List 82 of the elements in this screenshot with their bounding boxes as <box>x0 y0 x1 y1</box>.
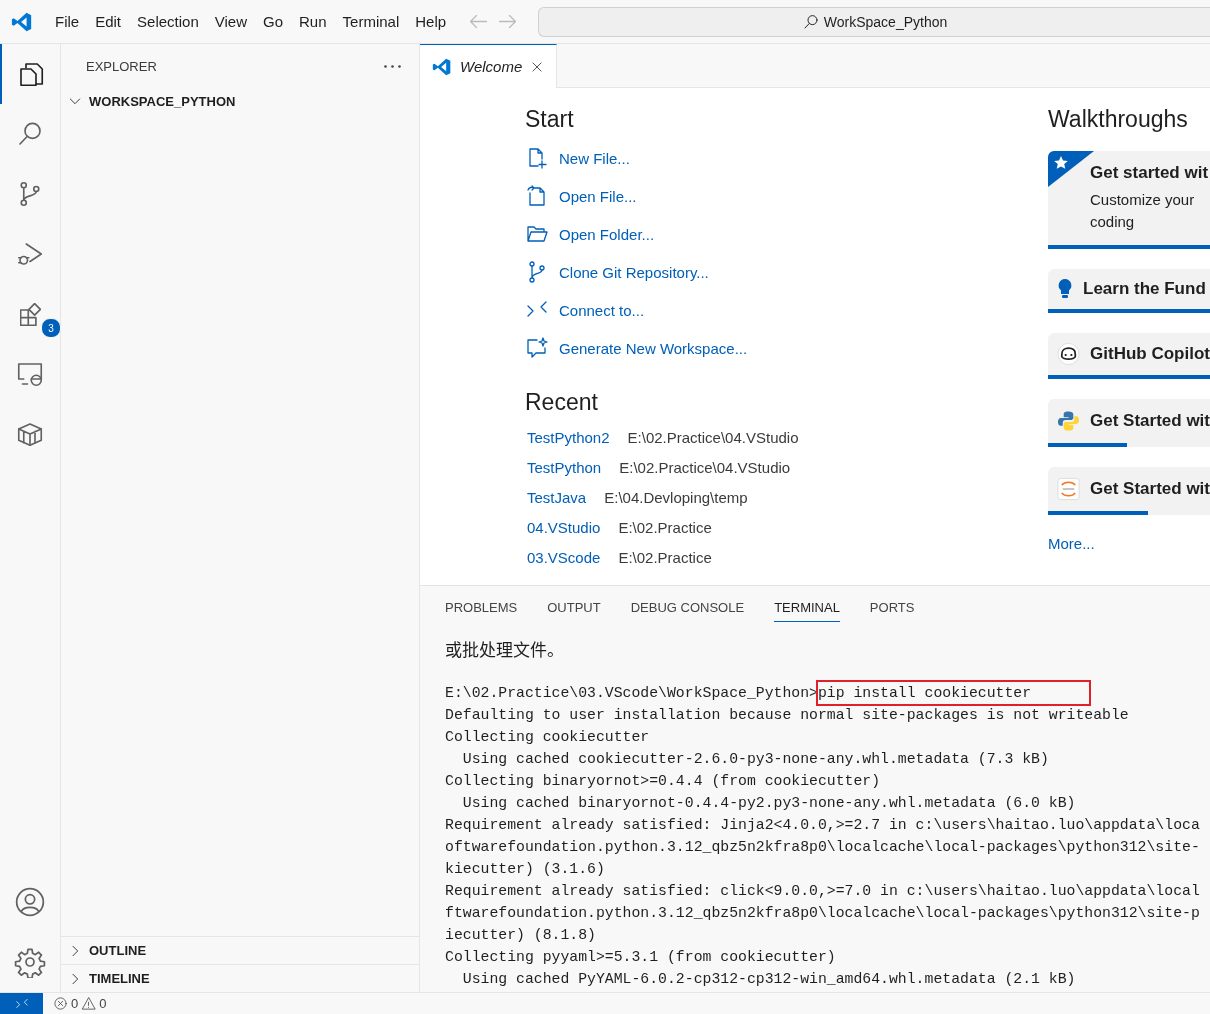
section-heading: Recent <box>525 389 599 416</box>
folder-header[interactable]: WORKSPACE_PYTHON <box>61 88 419 114</box>
panel-title: EXPLORER <box>86 58 157 74</box>
menu-item[interactable]: Help <box>407 9 455 34</box>
copilot-icon <box>1057 342 1081 366</box>
walkthrough-title: Get Started wit <box>1090 479 1210 499</box>
blocks-icon[interactable] <box>19 302 41 326</box>
terminal-line: Defaulting to user installation because normal site-packages is not writeable <box>445 706 1130 725</box>
panel-tab[interactable]: PROBLEMS <box>445 594 518 622</box>
recent-link[interactable]: TestPython <box>527 458 602 476</box>
start-link[interactable]: Open File... <box>559 187 637 205</box>
terminal-line: Using cached binaryornot-0.4.4-py2.py3-none-any.whl.metadata (6.0 kB) <box>461 794 1077 813</box>
jupyter-icon <box>1057 476 1081 502</box>
terminal-line: Collecting pyyaml>=5.3.1 (from cookiecutter) <box>445 948 837 967</box>
terminal-line: iecutter) (8.1.8) <box>445 926 597 945</box>
section-header[interactable]: OUTLINE <box>61 936 419 964</box>
settings-icon[interactable] <box>14 946 46 978</box>
terminal-line: Using cached PyYAML-6.0.2-cp312-cp312-win_amd64.whl.metadata (2.1 kB) <box>461 970 1077 989</box>
walkthrough-card[interactable]: Get started wit Customize your coding <box>1048 151 1210 249</box>
recent-path: E:\02.Practice <box>618 518 712 536</box>
count-badge: 3 <box>41 318 61 338</box>
start-link[interactable]: Connect to... <box>559 301 645 319</box>
menu-item[interactable]: Run <box>291 9 335 34</box>
error-icon <box>53 996 68 1011</box>
terminal-line: ftwarefoundation.python.3.12_qbz5n2kfra8p0\localcache\local-packages\python312\site-p <box>445 904 1201 923</box>
bulb-icon <box>1057 278 1073 300</box>
terminal-command: pip install cookiecutter <box>815 680 1092 706</box>
section-heading: Walkthroughs <box>1048 106 1189 133</box>
terminal-line: 或批处理文件。 <box>445 638 565 660</box>
start-link[interactable]: Generate New Workspace... <box>559 339 748 357</box>
walkthrough-title: GitHub Copilot <box>1090 344 1210 364</box>
editor-tab[interactable]: Welcome <box>420 44 558 88</box>
terminal-line: Requirement already satisfied: click<9.0.0,>=7.0 in c:\users\haitao.luo\appdata\local <box>445 882 1201 901</box>
recent-link[interactable]: 04.VStudio <box>527 518 601 536</box>
recent-link[interactable]: TestJava <box>527 488 587 506</box>
menu-item[interactable]: Selection <box>129 9 207 34</box>
walkthrough-card[interactable]: Learn the Fund <box>1048 269 1210 313</box>
panel-tab[interactable]: TERMINAL <box>774 594 840 622</box>
app-logo-icon <box>11 10 33 33</box>
walkthrough-title: Get Started wit <box>1090 411 1210 431</box>
terminal-line: Collecting cookiecutter <box>445 728 651 747</box>
walkthrough-card[interactable]: GitHub Copilot <box>1048 333 1210 379</box>
panel-tab[interactable]: OUTPUT <box>547 594 601 622</box>
account-icon[interactable] <box>14 886 46 918</box>
problems-status[interactable]: 0 0 <box>53 996 107 1011</box>
more-icon[interactable] <box>384 64 401 68</box>
terminal-line: oftwarefoundation.python.3.12_qbz5n2kfra8p0\localcache\local-packages\python312\site- <box>445 838 1201 857</box>
panel-tab[interactable]: PORTS <box>869 594 915 622</box>
walkthrough-card[interactable]: Get Started wit <box>1048 467 1210 515</box>
recent-path: E:\02.Practice <box>618 548 712 566</box>
menu-item[interactable]: Go <box>255 9 291 34</box>
recent-link[interactable]: 03.VScode <box>527 548 601 566</box>
walkthrough-description: Customize your coding <box>1090 190 1196 232</box>
terminal-line: kiecutter) (3.1.6) <box>445 860 606 879</box>
recent-path: E:\04.Devloping\temp <box>604 488 748 506</box>
walkthrough-card[interactable]: Get Started wit <box>1048 399 1210 447</box>
start-link[interactable]: New File... <box>559 149 630 167</box>
walkthrough-title: Learn the Fund <box>1083 279 1206 299</box>
terminal-line: Collecting binaryornot>=0.4.4 (from cookiecutter) <box>445 772 882 791</box>
command-search-field[interactable]: WorkSpace_Python <box>538 6 1210 37</box>
menu-item[interactable]: File <box>47 9 88 34</box>
python-icon <box>1057 408 1081 434</box>
close-icon[interactable] <box>530 59 545 74</box>
recent-path: E:\02.Practice\04.VStudio <box>619 458 791 476</box>
start-link[interactable]: Clone Git Repository... <box>559 263 709 281</box>
recent-path: E:\02.Practice\04.VStudio <box>627 428 799 446</box>
remote-icon <box>14 996 29 1011</box>
sparkle-chat-icon <box>525 336 549 360</box>
recent-link[interactable]: TestPython2 <box>527 428 610 446</box>
menu-item[interactable]: Terminal <box>334 9 408 34</box>
terminal-line: Using cached cookiecutter-2.6.0-py3-none-any.whl.metadata (7.3 kB) <box>461 750 1050 769</box>
terminal-prompt: E:\02.Practice\03.VScode\WorkSpace_Python> <box>445 685 818 701</box>
app-logo-icon <box>432 56 452 77</box>
warning-icon <box>81 996 97 1011</box>
menu-item[interactable]: View <box>206 9 255 34</box>
more-link[interactable]: More... <box>1048 535 1210 552</box>
panel-tab[interactable]: DEBUG CONSOLE <box>630 594 745 622</box>
menu-item[interactable]: Edit <box>87 9 130 34</box>
start-link[interactable]: Open Folder... <box>559 225 655 243</box>
walkthrough-title: Get started wit <box>1090 163 1209 183</box>
section-heading: Start <box>525 106 575 133</box>
terminal-line: Requirement already satisfied: Jinja2<4.0.0,>=2.7 in c:\users\haitao.luo\appdata\loca <box>445 816 1201 835</box>
